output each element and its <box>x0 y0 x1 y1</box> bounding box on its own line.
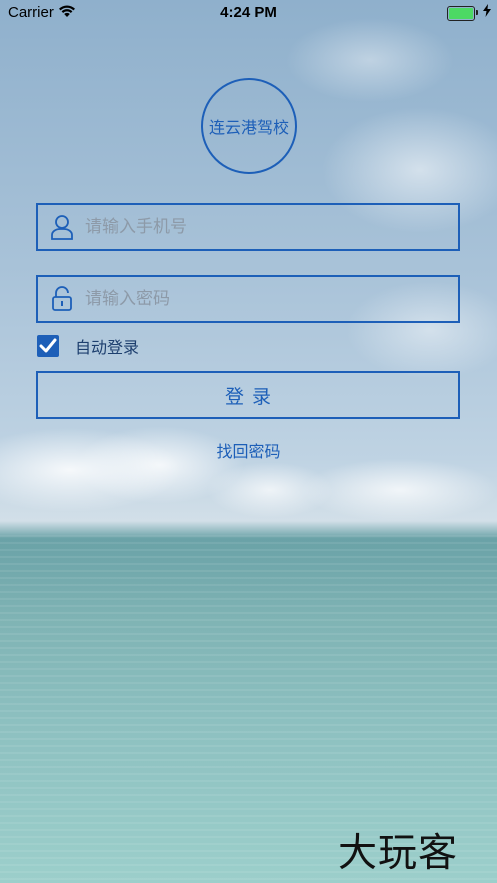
password-field[interactable] <box>36 275 460 323</box>
status-bar: Carrier 4:24 PM <box>0 0 497 26</box>
forgot-password-link[interactable]: 找回密码 <box>0 438 497 462</box>
charging-bolt-icon <box>483 4 491 20</box>
lock-icon <box>48 285 76 313</box>
auto-login-checkbox[interactable] <box>37 335 59 357</box>
phone-input[interactable] <box>85 205 445 249</box>
auto-login-option[interactable]: 自动登录 <box>37 334 139 358</box>
phone-field[interactable] <box>36 203 460 251</box>
school-logo-text: 连云港驾校 <box>208 118 289 137</box>
school-logo: 连云港驾校 <box>201 78 297 174</box>
password-input[interactable] <box>85 277 445 321</box>
status-time: 4:24 PM <box>220 4 277 21</box>
login-button[interactable]: 登录 <box>36 371 460 419</box>
battery-full-icon <box>447 6 478 21</box>
auto-login-label: 自动登录 <box>75 338 140 357</box>
watermark-logo: 大玩客 <box>338 831 459 876</box>
checkmark-icon <box>39 338 57 353</box>
user-icon <box>48 213 76 241</box>
